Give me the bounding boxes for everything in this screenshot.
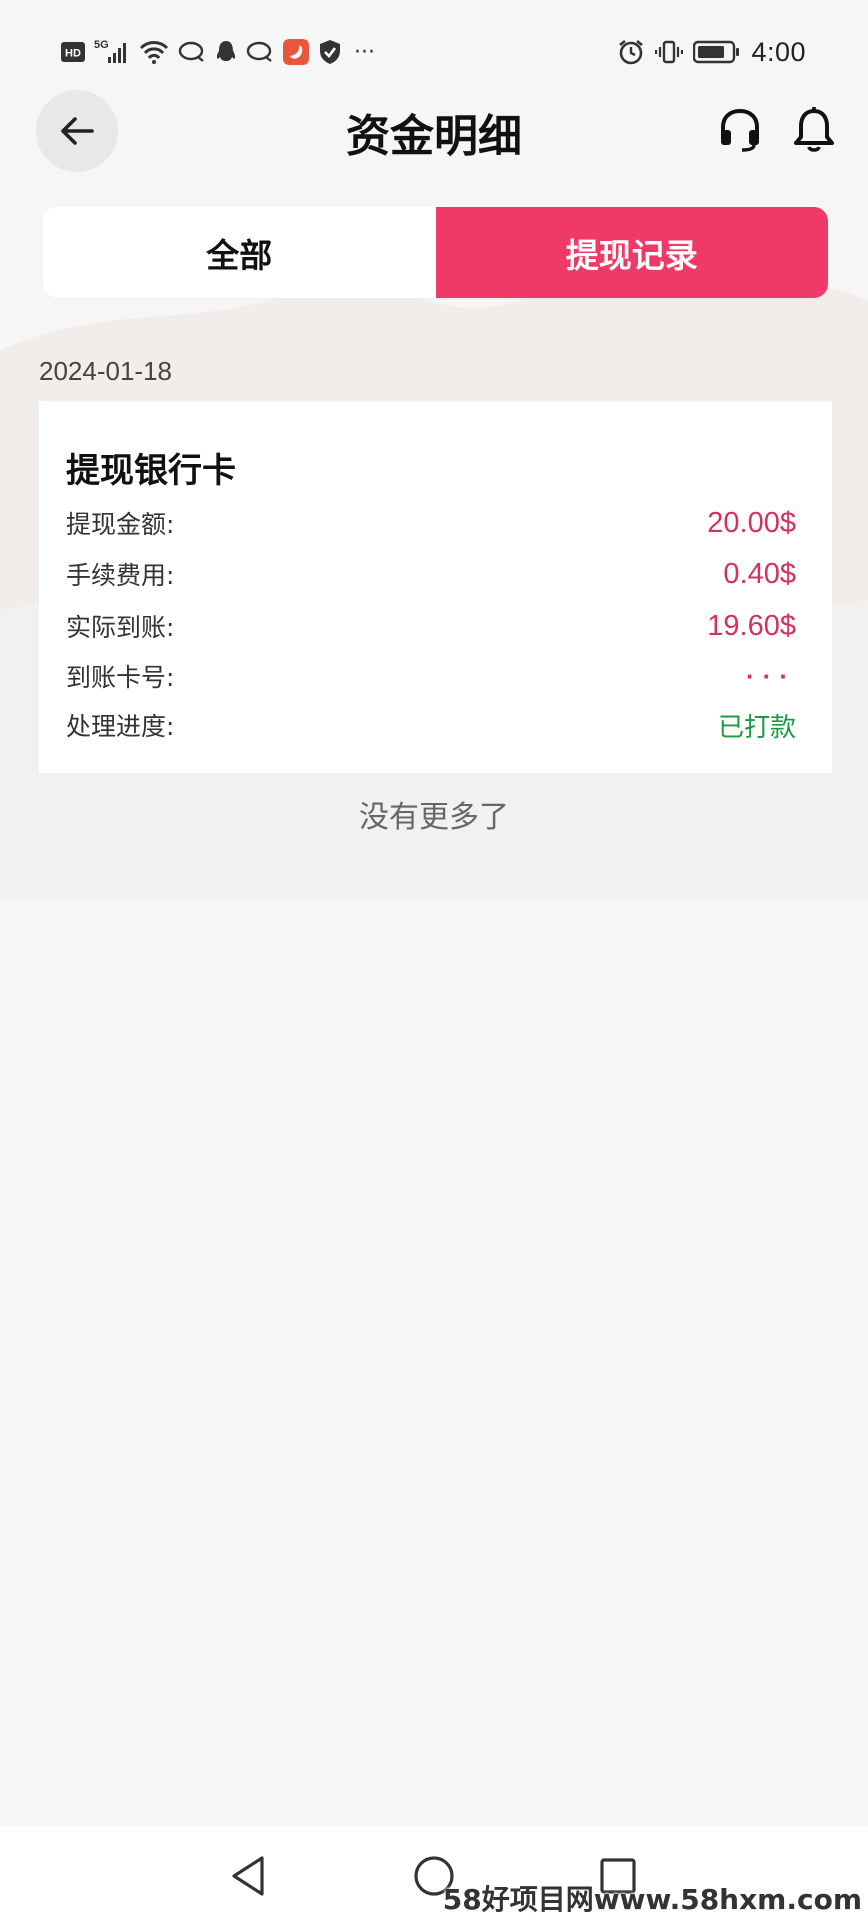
tab-all[interactable]: 全部 xyxy=(43,207,436,298)
record-title: 提现银行卡 xyxy=(66,451,236,491)
fee-row: 手续费用: 0.40$ xyxy=(66,554,796,594)
withdraw-amount-label: 提现金额: xyxy=(66,510,175,539)
status-right-group: 4:00 xyxy=(617,34,806,70)
watermark: 58好项目网www.58hxm.com xyxy=(442,1883,862,1916)
back-triangle-icon xyxy=(232,1856,264,1896)
qq-icon xyxy=(214,39,238,65)
alarm-icon xyxy=(617,38,645,66)
card-number-value: ··· xyxy=(746,660,796,691)
no-more-text: 没有更多了 xyxy=(359,800,509,835)
status-left-group: HD 5G ··· xyxy=(60,34,375,70)
status-bar: HD 5G ··· 4:00 xyxy=(0,0,868,100)
signal-icon: 5G xyxy=(94,37,130,67)
shield-icon xyxy=(318,38,342,66)
bell-icon xyxy=(794,107,834,152)
received-amount-value: 19.60$ xyxy=(707,609,796,642)
withdraw-amount-row: 提现金额: 20.00$ xyxy=(66,503,796,543)
nav-back-button[interactable] xyxy=(218,1846,278,1906)
withdraw-amount-value: 20.00$ xyxy=(707,506,796,539)
tab-withdraw-records[interactable]: 提现记录 xyxy=(435,207,828,298)
wifi-icon xyxy=(138,39,170,65)
card-number-label: 到账卡号: xyxy=(66,663,175,692)
received-amount-label: 实际到账: xyxy=(66,613,175,642)
app-icon xyxy=(282,38,310,66)
record-tabs: 全部 提现记录 xyxy=(43,207,828,298)
notification-button[interactable] xyxy=(786,102,842,158)
hd-icon: HD xyxy=(60,41,86,63)
vibrate-icon xyxy=(655,38,684,66)
message-icon xyxy=(178,40,206,64)
withdraw-record-card[interactable]: 提现银行卡 提现金额: 20.00$ 手续费用: 0.40$ 实际到账: 19.… xyxy=(39,401,832,773)
card-number-row: 到账卡号: ··· xyxy=(66,656,796,696)
status-badge: 已打款 xyxy=(717,712,796,743)
customer-service-button[interactable] xyxy=(712,102,768,158)
received-amount-row: 实际到账: 19.60$ xyxy=(66,606,796,646)
message-icon xyxy=(246,40,274,64)
progress-label: 处理进度: xyxy=(66,712,175,741)
battery-icon xyxy=(693,40,741,64)
status-time: 4:00 xyxy=(751,36,806,67)
more-icon: ··· xyxy=(354,39,375,65)
fee-value: 0.40$ xyxy=(723,557,796,590)
headset-icon xyxy=(721,108,759,152)
svg-text:5G: 5G xyxy=(94,39,109,51)
progress-row: 处理进度: 已打款 xyxy=(66,705,796,745)
fee-label: 手续费用: xyxy=(66,561,175,590)
header: 资金明细 xyxy=(0,90,868,180)
system-nav-bar: 58好项目网www.58hxm.com xyxy=(0,1826,868,1920)
record-date: 2024-01-18 xyxy=(39,356,172,386)
svg-text:HD: HD xyxy=(65,48,81,60)
